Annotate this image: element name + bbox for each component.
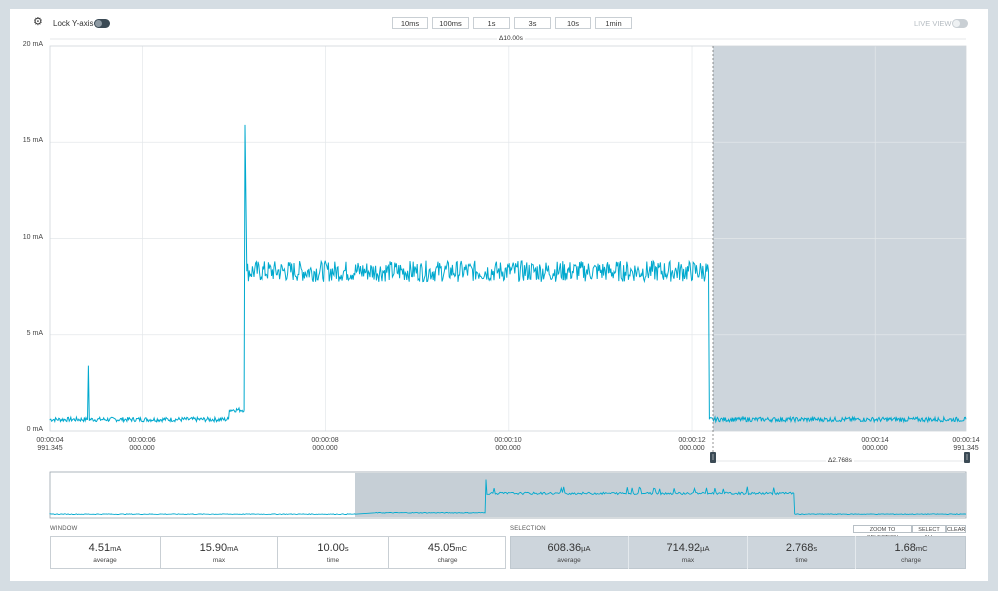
overview-minimap[interactable] [0, 0, 998, 591]
select-all-button[interactable]: SELECT ALL [912, 525, 946, 541]
minimap-window-shade[interactable] [355, 473, 966, 517]
selection-time-stat: 2.768s time [748, 536, 856, 569]
window-charge-stat: 45.05mC charge [427, 542, 468, 564]
clear-button[interactable]: CLEAR [946, 525, 966, 533]
selection-max-stat: 714.92µA max [629, 536, 748, 569]
window-section-label: WINDOW [50, 526, 78, 532]
zoom-to-selection-button[interactable]: ZOOM TO SELECTION [853, 525, 912, 541]
selection-average-stat: 608.36µA average [510, 536, 629, 569]
selection-charge-stat: 1.68mC charge [894, 542, 928, 564]
selection-section-label: SELECTION [510, 526, 546, 532]
window-time-stat: 10.00s time [278, 536, 389, 569]
window-average-stat: 4.51mA average [50, 536, 161, 569]
window-max-stat: 15.90mA max [161, 536, 278, 569]
